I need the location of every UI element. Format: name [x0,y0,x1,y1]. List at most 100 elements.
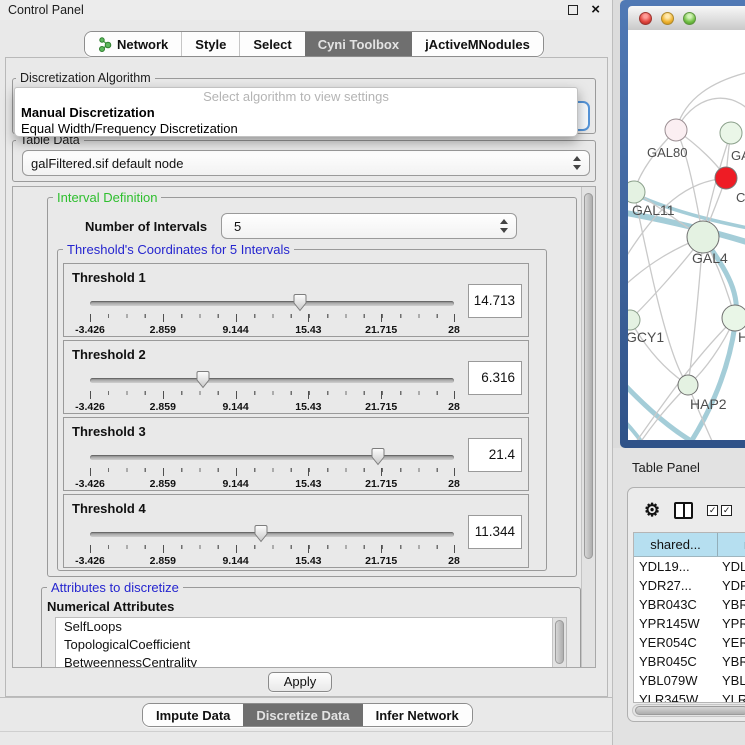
table-row[interactable]: YPR145WYPR1 [634,614,745,633]
tab-cyni-toolbox[interactable]: Cyni Toolbox [305,32,412,56]
checkbox-icon[interactable]: ✓ [707,505,718,516]
slider-thumb[interactable] [370,447,386,467]
slider-track[interactable] [90,455,454,460]
threshold-2-value-field[interactable]: 6.316 [468,361,522,395]
dropdown-item-equal-width[interactable]: Equal Width/Frequency Discretization [15,121,577,137]
table-cell[interactable]: YBR0 [718,595,745,614]
threshold-3-slider[interactable]: -3.426 2.859 9.144 15.43 21.715 28 [90,446,454,486]
slider-thumb[interactable] [292,293,308,313]
list-item[interactable]: TopologicalCoefficient [56,636,566,654]
settings-scroll-panel: Interval Definition Number of Intervals … [12,186,596,668]
panel-scrollbar[interactable] [581,187,595,667]
threshold-3-value-field[interactable]: 21.4 [468,438,522,472]
table-row[interactable]: YBR045CYBR0 [634,652,745,671]
tick-label: 21.715 [365,324,397,336]
node-gal4[interactable] [687,221,719,253]
zoom-traffic-light-icon[interactable] [683,12,696,25]
slider-track[interactable] [90,301,454,306]
table-cell[interactable]: YDR27... [634,576,718,595]
table-row[interactable]: YDL19...YDL1 [634,557,745,576]
table-cell[interactable]: YBR0 [718,652,745,671]
tick-label: 15.43 [295,555,321,567]
numerical-attributes-label: Numerical Attributes [47,599,174,614]
table-cell[interactable]: YDR2 [718,576,745,595]
dropdown-placeholder-item[interactable]: Select algorithm to view settings [15,89,577,105]
table-cell[interactable]: YLR345W [634,690,718,703]
node-hap2[interactable] [678,375,698,395]
tick-label: 21.715 [365,478,397,490]
table-row[interactable]: YBR043CYBR0 [634,595,745,614]
tab-style[interactable]: Style [181,32,239,56]
table-row[interactable]: YER054CYER0 [634,633,745,652]
table-panel-title: Table Panel [632,460,700,475]
close-traffic-light-icon[interactable] [639,12,652,25]
column-layout-icon[interactable] [674,502,693,519]
tab-impute-data[interactable]: Impute Data [143,704,243,726]
table-row[interactable]: YDR27...YDR2 [634,576,745,595]
table-cell[interactable]: YDL19... [634,557,718,576]
node-partial-low-right[interactable] [722,305,745,331]
tab-network-label: Network [117,37,168,52]
node-gal11[interactable] [628,181,645,203]
table-cell[interactable]: YLR3 [718,690,745,703]
slider-thumb[interactable] [195,370,211,390]
checkbox-icon[interactable]: ✓ [721,505,732,516]
tab-select[interactable]: Select [239,32,304,56]
node-red[interactable] [715,167,737,189]
minimize-traffic-light-icon[interactable] [661,12,674,25]
table-cell[interactable]: YBR045C [634,652,718,671]
tab-infer-network[interactable]: Infer Network [363,704,472,726]
slider-track[interactable] [90,532,454,537]
table-data-combobox[interactable]: galFiltered.sif default node [22,150,590,176]
slider-thumb[interactable] [253,524,269,544]
tick-label: 9.144 [222,324,248,336]
threshold-1-value-field[interactable]: 14.713 [468,284,522,318]
table-horizontal-scrollbar[interactable] [632,704,745,717]
float-window-icon[interactable] [568,5,578,15]
node-gcy1[interactable] [628,310,640,330]
tab-jactivemnodules[interactable]: jActiveMNodules [412,32,543,56]
list-scrollbar[interactable] [552,618,566,668]
tab-network[interactable]: Network [85,32,181,56]
tick-label: 28 [448,555,460,567]
tab-jactivemnodules-label: jActiveMNodules [425,37,530,52]
network-canvas[interactable]: GAL80 GA C GAL11 GAL4 GCY1 H HAP2 [628,30,745,440]
apply-button[interactable]: Apply [268,672,332,692]
threshold-3-panel: Threshold 3 -3.426 2.859 9.144 15.43 21.… [63,417,529,491]
node-label: C [736,190,745,205]
control-panel-titlebar: Control Panel [0,0,612,20]
table-cell[interactable]: YBL0 [718,671,745,690]
table-row[interactable]: YLR345WYLR3 [634,690,745,703]
table-body: YDL19...YDL1YDR27...YDR2YBR043CYBR0YPR14… [634,557,745,703]
table-cell[interactable]: YBR043C [634,595,718,614]
list-item[interactable]: BetweennessCentrality [56,654,566,668]
select-columns-icons[interactable]: ✓ ✓ [707,505,732,516]
close-icon[interactable]: × [591,1,600,19]
slider-ticks [90,545,454,553]
threshold-2-slider[interactable]: -3.426 2.859 9.144 15.43 21.715 28 [90,369,454,409]
threshold-1-slider[interactable]: -3.426 2.859 9.144 15.43 21.715 28 [90,292,454,332]
column-header-shared-name[interactable]: shared... [634,533,718,556]
table-cell[interactable]: YBL079W [634,671,718,690]
tick-label: 9.144 [222,401,248,413]
table-cell[interactable]: YPR145W [634,614,718,633]
threshold-4-slider[interactable]: -3.426 2.859 9.144 15.43 21.715 28 [90,523,454,563]
node-gal80[interactable] [665,119,687,141]
node-partial-top-right[interactable] [720,122,742,144]
slider-track[interactable] [90,378,454,383]
dropdown-item-manual-discretization[interactable]: Manual Discretization [15,105,577,121]
network-window-titlebar[interactable] [628,6,745,30]
gear-icon[interactable]: ⚙ [644,501,660,519]
list-item[interactable]: SelfLoops [56,618,566,636]
table-cell[interactable]: YDL1 [718,557,745,576]
column-header-name[interactable]: na [718,533,745,556]
node-label: HAP2 [690,396,727,412]
table-cell[interactable]: YER054C [634,633,718,652]
threshold-4-value-field[interactable]: 11.344 [468,515,522,549]
tab-discretize-data[interactable]: Discretize Data [243,704,362,726]
table-row[interactable]: YBL079WYBL0 [634,671,745,690]
tick-label: 21.715 [365,555,397,567]
tick-label: 2.859 [150,555,176,567]
table-cell[interactable]: YPR1 [718,614,745,633]
table-cell[interactable]: YER0 [718,633,745,652]
